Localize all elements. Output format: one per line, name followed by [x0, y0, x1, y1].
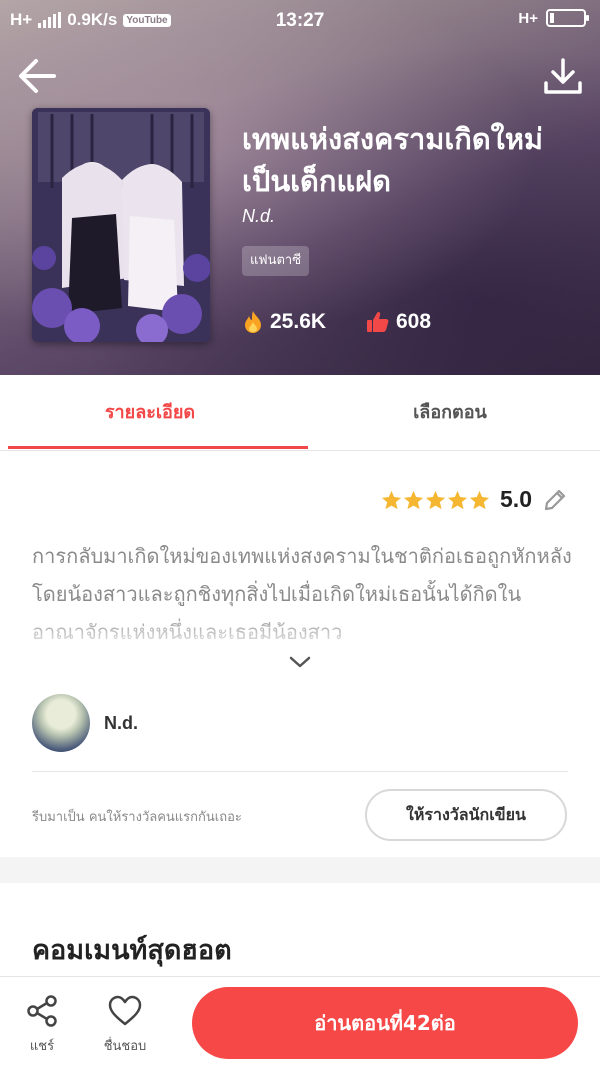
download-button[interactable] — [542, 56, 584, 98]
status-right: H+ — [518, 9, 589, 27]
author-name[interactable]: N.d. — [104, 713, 138, 734]
expand-description-button[interactable] — [285, 652, 315, 672]
bottom-action-bar: แชร์ ชื่นชอบ อ่านตอนที่42ต่อ — [0, 976, 600, 1067]
tab-chapters[interactable]: เลือกตอน — [300, 375, 600, 451]
genre-tag[interactable]: แฟนตาซี — [242, 246, 310, 276]
continue-reading-button[interactable]: อ่านตอนที่42ต่อ — [192, 987, 578, 1059]
tab-details[interactable]: รายละเอียด — [0, 375, 300, 451]
views-stat: 25.6K — [242, 310, 326, 334]
author-row[interactable]: N.d. — [32, 694, 138, 752]
book-cover-image[interactable] — [32, 108, 210, 342]
likes-stat: 608 — [366, 310, 431, 334]
back-button[interactable] — [16, 56, 60, 96]
chevron-down-icon — [289, 656, 311, 668]
star-icon — [403, 490, 424, 509]
like-button[interactable]: ชื่นชอบ — [92, 995, 158, 1056]
rating: 5.0 — [381, 486, 568, 513]
likes-count: 608 — [396, 310, 432, 333]
back-arrow-icon — [19, 59, 56, 93]
author-avatar[interactable] — [32, 694, 90, 752]
battery-icon — [546, 9, 589, 27]
heart-icon — [108, 995, 142, 1026]
divider — [32, 771, 568, 772]
status-time: 13:27 — [275, 10, 325, 31]
reward-author-button[interactable]: ให้รางวัลนักเขียน — [365, 789, 567, 841]
share-label: แชร์ — [29, 1039, 55, 1054]
like-label: ชื่นชอบ — [103, 1039, 147, 1054]
cover-art — [32, 108, 210, 342]
thumbs-up-icon — [367, 311, 389, 332]
book-title: เทพแห่งสงครามเกิดใหม่เป็นเด็กแฝด — [242, 122, 544, 198]
star-icon — [447, 490, 468, 509]
rating-stars — [381, 490, 490, 510]
book-detail-screen: H+ 0.9K/s YouTube 13:27 H+ เทพแห่งสงคราม… — [0, 0, 600, 1067]
rating-value: 5.0 — [500, 486, 532, 512]
star-icon — [425, 490, 446, 509]
book-header: H+ 0.9K/s YouTube 13:27 H+ เทพแห่งสงคราม… — [0, 0, 600, 375]
star-icon — [381, 490, 402, 509]
book-author[interactable]: N.d. — [242, 206, 275, 227]
download-icon — [544, 58, 582, 94]
description-fade — [0, 610, 600, 655]
status-bar: H+ 0.9K/s YouTube 13:27 H+ — [0, 0, 600, 42]
views-count: 25.6K — [270, 310, 327, 333]
section-separator — [0, 857, 600, 883]
edit-pencil-icon[interactable] — [542, 487, 568, 513]
share-icon — [27, 995, 57, 1027]
network-type-right: H+ — [518, 9, 538, 27]
hot-comments-title: คอมเมนท์สุดฮอต — [32, 935, 232, 966]
tab-bar: รายละเอียด เลือกตอน — [0, 375, 600, 451]
star-icon — [469, 490, 490, 509]
share-button[interactable]: แชร์ — [22, 995, 62, 1056]
active-tab-indicator — [8, 446, 308, 449]
fire-icon — [245, 311, 261, 333]
reward-hint: รีบมาเป็น คนให้รางวัลคนแรกกันเถอะ — [32, 810, 242, 825]
